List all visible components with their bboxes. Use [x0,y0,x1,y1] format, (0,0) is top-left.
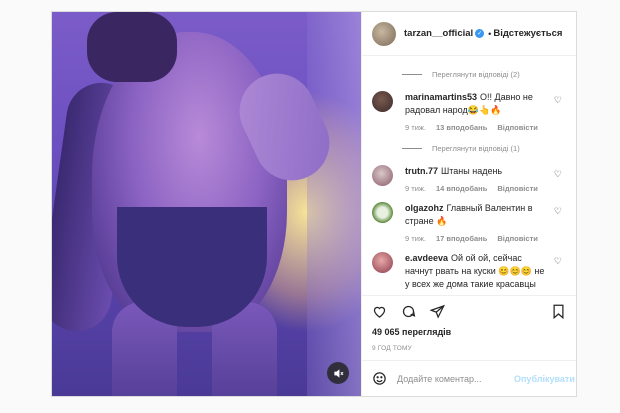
comment-username[interactable]: olgazohz [405,203,444,213]
heart-icon[interactable]: ♡ [554,206,562,217]
comment-username[interactable]: trutn.77 [405,166,438,176]
reply-button[interactable]: Відповісти [497,184,538,193]
background-door [307,12,361,396]
comment-icon[interactable] [401,304,416,319]
verified-badge-icon: ✓ [475,29,485,38]
post-card: tarzan__official ✓ • Відстежується Перег… [51,11,577,397]
comment-text: Штаны надень [441,166,503,176]
view-replies-label: Переглянути відповіді (2) [432,69,520,79]
post-actions [362,295,576,327]
comment-time[interactable]: 9 тиж. [405,123,426,132]
comment-likes[interactable]: 17 вподобань [436,234,487,243]
reply-button[interactable]: Відповісти [497,123,538,132]
heart-icon[interactable]: ♡ [554,256,562,267]
avatar[interactable] [372,252,393,273]
reply-button[interactable]: Відповісти [497,234,538,243]
heart-icon[interactable]: ♡ [554,95,562,106]
separator: • [488,28,492,39]
comment-time[interactable]: 9 тиж. [405,184,426,193]
avatar[interactable] [372,21,396,46]
comment-input[interactable] [397,373,514,384]
author-username[interactable]: tarzan__official [404,28,473,39]
divider [402,147,422,149]
publish-button[interactable]: Опублікувати [514,374,575,384]
video-figure-hair [87,12,177,82]
heart-icon[interactable] [372,304,387,319]
divider [402,73,422,75]
add-comment-bar: Опублікувати [362,360,576,396]
heart-icon[interactable]: ♡ [554,169,562,180]
mute-icon[interactable] [327,362,349,384]
comment-username[interactable]: marinamartins53 [405,92,477,102]
post-header: tarzan__official ✓ • Відстежується [362,12,576,56]
follow-button[interactable]: Відстежується [493,28,562,39]
list-item: olgazohz Главный Валентин в стране 🔥 9 ти… [372,202,566,243]
view-count[interactable]: 49 065 переглядів [362,327,576,341]
list-item: trutn.77 Штаны надень 9 тиж. 14 вподобань… [372,165,566,193]
avatar[interactable] [372,91,393,112]
view-replies-label: Переглянути відповіді (1) [432,143,520,153]
comment-likes[interactable]: 13 вподобань [436,123,487,132]
post-time[interactable]: 9 ГОД ТОМУ [362,341,576,360]
avatar[interactable] [372,165,393,186]
comment-username[interactable]: e.avdeeva [405,253,448,263]
post-sidebar: tarzan__official ✓ • Відстежується Перег… [361,12,576,396]
view-replies-button[interactable]: Переглянути відповіді (1) [402,140,566,156]
comment-likes[interactable]: 14 вподобань [436,184,487,193]
comments-list: Переглянути відповіді (2) marinamartins5… [362,56,576,295]
bookmark-icon[interactable] [551,304,566,319]
list-item: marinamartins53 О!! Давно не радовал наро… [372,91,566,132]
emoji-icon[interactable] [372,371,387,386]
post-video[interactable] [52,12,361,396]
share-icon[interactable] [430,304,445,319]
list-item: e.avdeeva Ой ой ой, сейчас начнут рвать н… [372,252,566,291]
comment-time[interactable]: 9 тиж. [405,234,426,243]
view-replies-button[interactable]: Переглянути відповіді (2) [402,66,566,82]
avatar[interactable] [372,202,393,223]
